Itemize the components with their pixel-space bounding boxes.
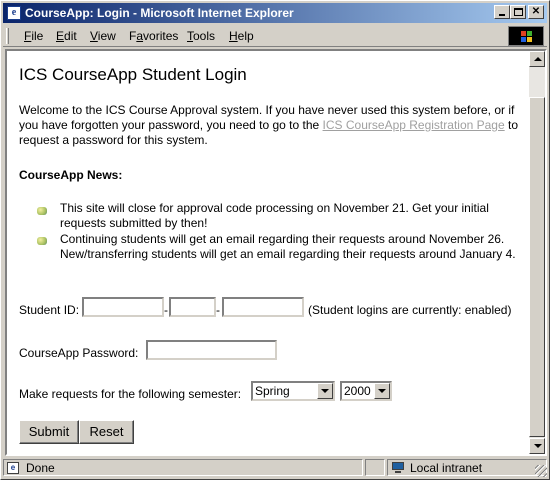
scroll-down-button[interactable] (529, 438, 545, 454)
news-heading: CourseApp News: (19, 168, 123, 182)
year-select[interactable]: 2000 (340, 381, 392, 401)
student-id-part2-input[interactable] (169, 297, 216, 317)
menu-label-rest: vorites (143, 29, 179, 43)
semester-value: Spring (255, 384, 290, 398)
menu-label-rest: dit (64, 29, 77, 43)
page-done-icon: e (7, 462, 19, 474)
ie-icon[interactable]: e (7, 6, 21, 20)
id-separator: - (164, 303, 168, 317)
scroll-thumb[interactable] (529, 97, 545, 437)
semester-dropdown-button[interactable] (317, 383, 333, 399)
menu-view[interactable]: View (90, 29, 116, 43)
status-text: Done (26, 461, 55, 475)
page-content: ICS CourseApp Student Login Welcome to t… (7, 51, 529, 454)
minimize-button[interactable] (494, 5, 510, 19)
status-panel: e Done (3, 459, 363, 476)
menu-file[interactable]: File (24, 29, 43, 43)
status-panel-empty (365, 459, 385, 476)
menu-tools[interactable]: Tools (187, 29, 215, 43)
close-button[interactable]: ✕ (528, 5, 544, 19)
close-icon: ✕ (531, 6, 541, 17)
menu-accel: E (56, 29, 65, 43)
menu-accel: H (229, 29, 238, 43)
page-title: ICS CourseApp Student Login (19, 65, 247, 84)
menu-label-rest: ools (193, 29, 216, 43)
news-item: Continuing students will get an email re… (60, 232, 516, 261)
chevron-down-icon (378, 389, 386, 393)
menu-favorites[interactable]: Favorites (129, 29, 178, 43)
maximize-button[interactable] (510, 5, 526, 19)
menu-label-rest: iew (97, 29, 116, 43)
browser-window: e CourseApp: Login - Microsoft Internet … (0, 0, 550, 480)
menu-grip[interactable] (6, 28, 9, 44)
menu-label-rest: elp (237, 29, 254, 43)
menu-bar: File Edit View Favorites Tools Help (3, 25, 547, 47)
scroll-up-button[interactable] (529, 51, 545, 67)
semester-select[interactable]: Spring (251, 381, 335, 401)
submit-button[interactable]: Submit (19, 420, 79, 444)
password-input[interactable] (146, 340, 277, 360)
id-separator: - (216, 303, 220, 317)
zone-panel: Local intranet (387, 459, 547, 476)
menu-accel: V (90, 29, 98, 43)
student-id-label: Student ID: (19, 303, 80, 317)
intro-paragraph: Welcome to the ICS Course Approval syste… (19, 103, 525, 148)
menu-label-rest: ile (31, 29, 44, 43)
minimize-icon (499, 14, 505, 16)
menu-edit[interactable]: Edit (56, 29, 77, 43)
login-status-text: (Student logins are currently: enabled) (308, 303, 512, 317)
bullet-icon (37, 207, 47, 215)
window-title: CourseApp: Login - Microsoft Internet Ex… (25, 6, 294, 20)
password-label: CourseApp Password: (19, 346, 139, 360)
intranet-zone-icon (391, 462, 405, 474)
maximize-icon (514, 8, 523, 16)
news-item: This site will close for approval code p… (60, 201, 489, 230)
student-id-part1-input[interactable] (82, 297, 164, 317)
page-viewport: ICS CourseApp Student Login Welcome to t… (5, 49, 547, 456)
year-value: 2000 (344, 384, 371, 398)
registration-link[interactable]: ICS CourseApp Registration Page (323, 118, 505, 132)
chevron-down-icon (321, 389, 329, 393)
vertical-scrollbar[interactable] (529, 51, 545, 454)
semester-label: Make requests for the following semester… (19, 387, 242, 401)
menu-help[interactable]: Help (229, 29, 254, 43)
resize-grip[interactable] (535, 465, 547, 477)
status-bar: e Done Local intranet (3, 458, 547, 477)
bullet-icon (37, 237, 47, 245)
windows-logo-icon (508, 26, 544, 46)
zone-text: Local intranet (410, 461, 483, 475)
student-id-part3-input[interactable] (222, 297, 304, 317)
reset-button[interactable]: Reset (79, 420, 134, 444)
year-dropdown-button[interactable] (374, 383, 390, 399)
title-bar[interactable]: e CourseApp: Login - Microsoft Internet … (3, 3, 547, 23)
arrow-up-icon (534, 57, 542, 61)
arrow-down-icon (534, 444, 542, 448)
